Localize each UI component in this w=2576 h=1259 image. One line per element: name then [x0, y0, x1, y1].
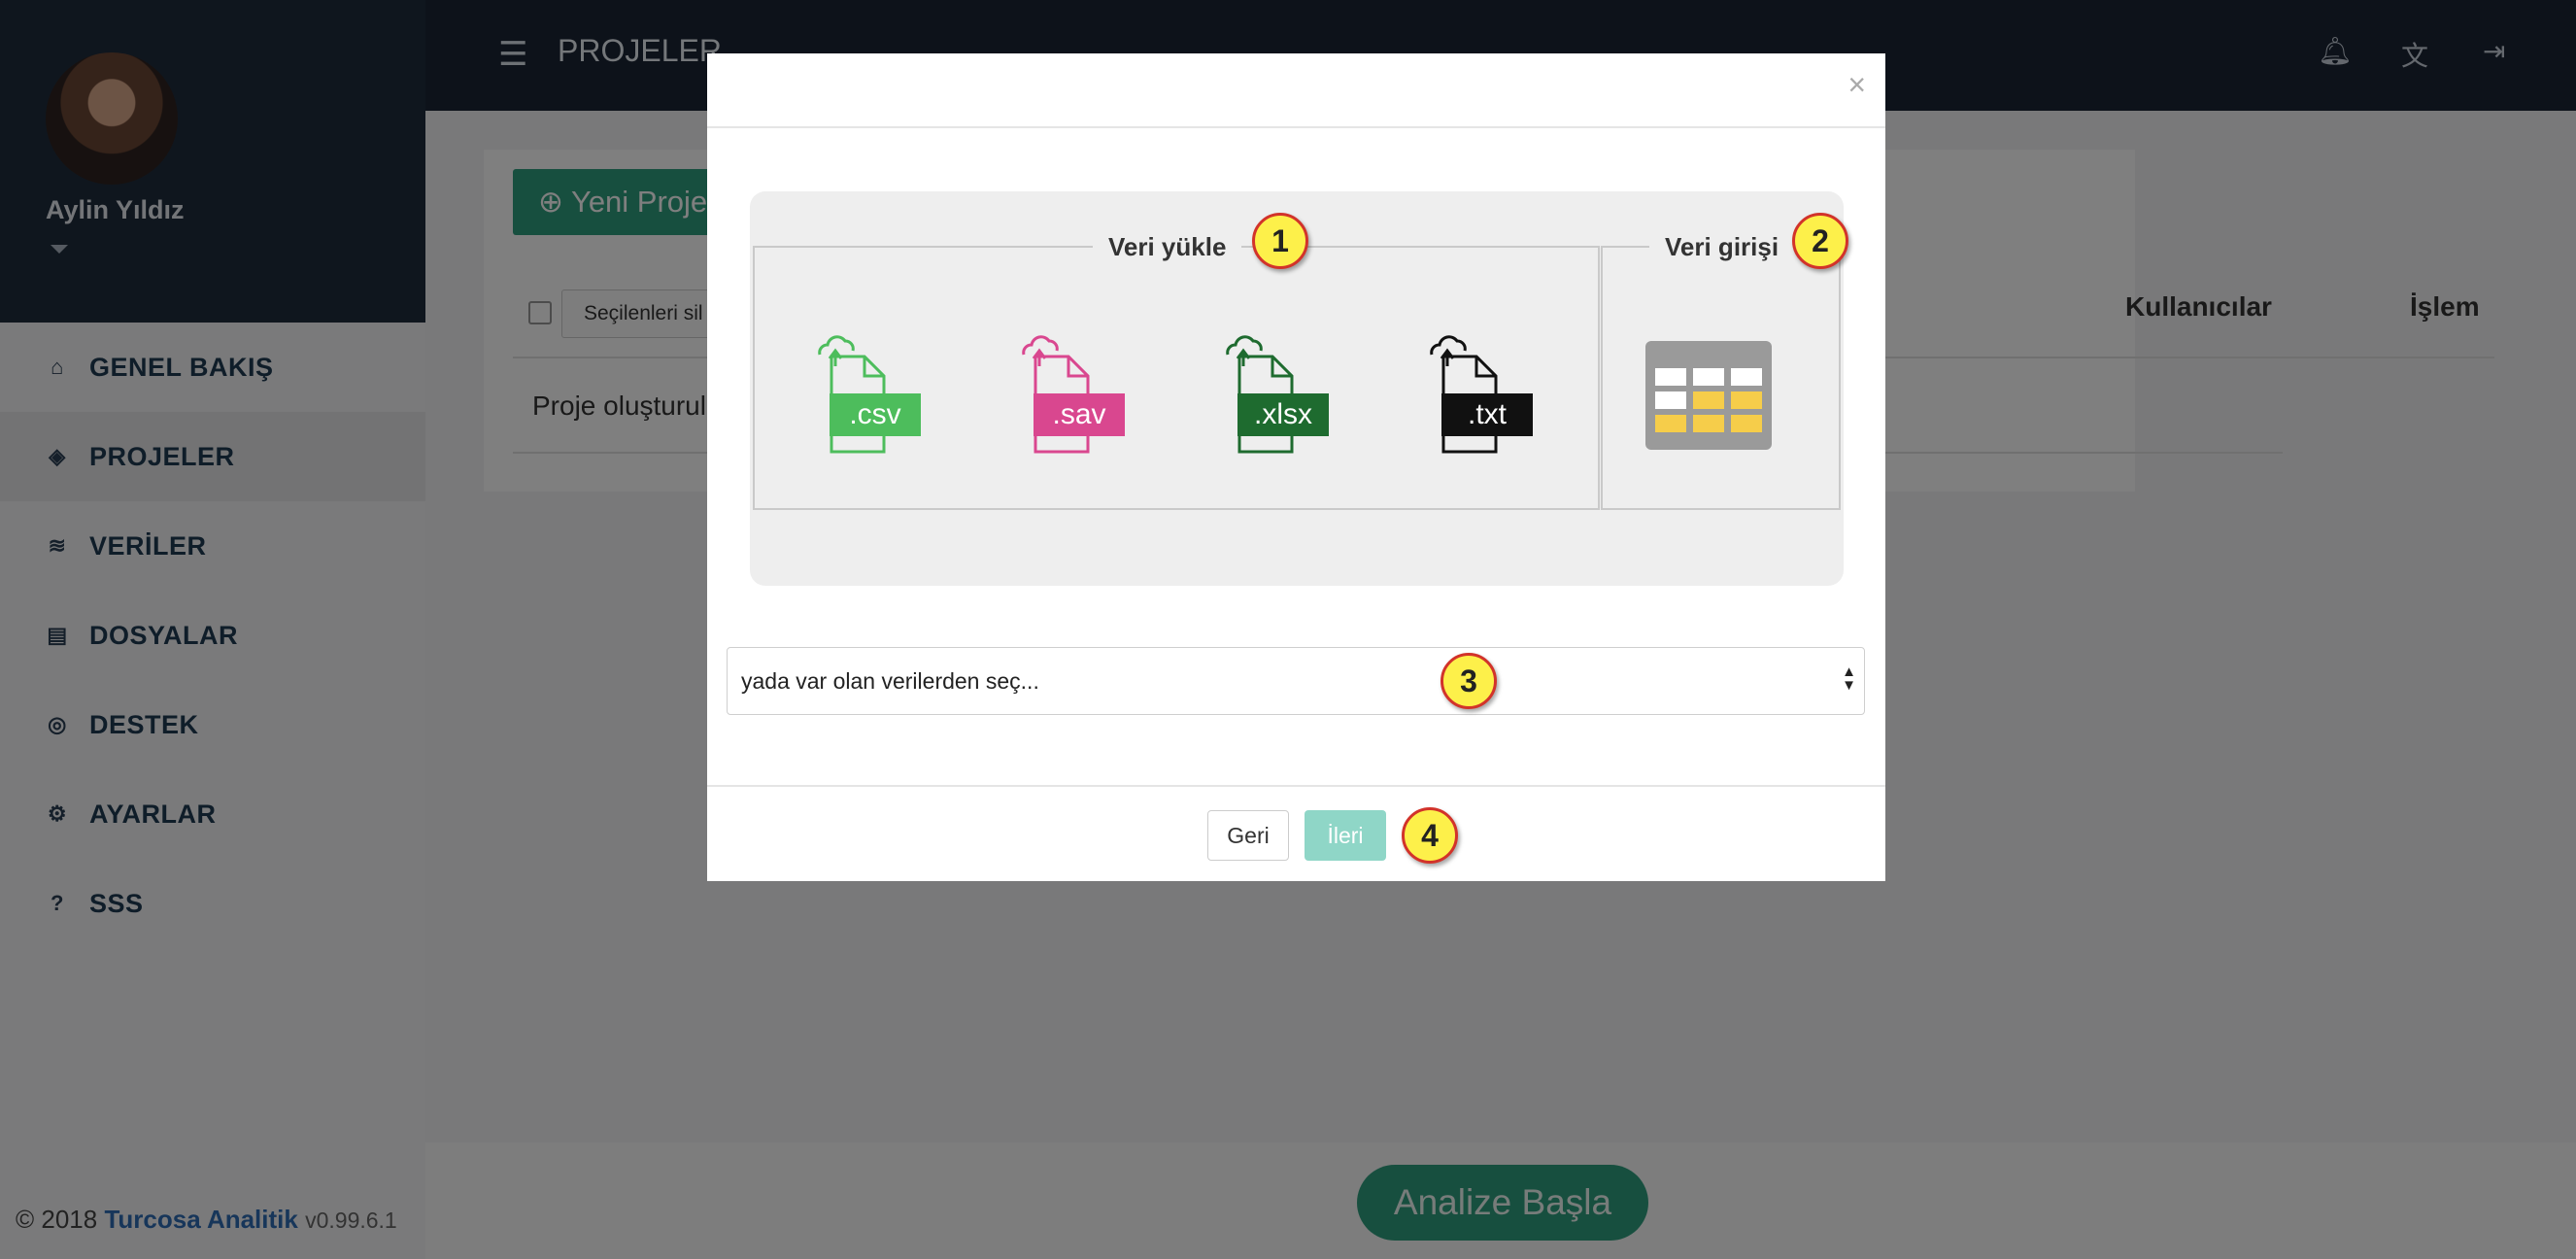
- annotation-marker-2: 2: [1792, 213, 1848, 269]
- select-value: yada var olan verilerden seç...: [741, 667, 1039, 694]
- next-button[interactable]: İleri: [1305, 810, 1386, 861]
- annotation-marker-1: 1: [1252, 213, 1308, 269]
- entry-legend: Veri girişi: [1649, 232, 1795, 262]
- select-arrows-icon: ▲ ▼: [1842, 664, 1856, 694]
- sav-label: .sav: [1052, 398, 1105, 430]
- modal-header: ×: [707, 53, 1885, 128]
- annotation-marker-3: 3: [1441, 653, 1497, 709]
- spreadsheet-icon[interactable]: [1645, 341, 1772, 450]
- modal-footer-divider: [707, 785, 1885, 787]
- back-button[interactable]: Geri: [1207, 810, 1289, 861]
- txt-upload-icon[interactable]: .txt: [1424, 335, 1533, 456]
- data-source-modal: × Veri yükle Veri girişi .csv .sav .xlsx…: [707, 53, 1885, 881]
- annotation-marker-4: 4: [1402, 807, 1458, 864]
- sav-upload-icon[interactable]: .sav: [1016, 335, 1125, 456]
- close-button[interactable]: ×: [1847, 67, 1866, 103]
- csv-upload-icon[interactable]: .csv: [812, 335, 921, 456]
- xlsx-label: .xlsx: [1254, 398, 1312, 430]
- existing-data-select[interactable]: yada var olan verilerden seç... ▲ ▼: [727, 647, 1865, 715]
- txt-label: .txt: [1468, 398, 1508, 430]
- xlsx-upload-icon[interactable]: .xlsx: [1220, 335, 1329, 456]
- csv-label: .csv: [849, 398, 900, 430]
- upload-legend: Veri yükle: [1093, 232, 1242, 262]
